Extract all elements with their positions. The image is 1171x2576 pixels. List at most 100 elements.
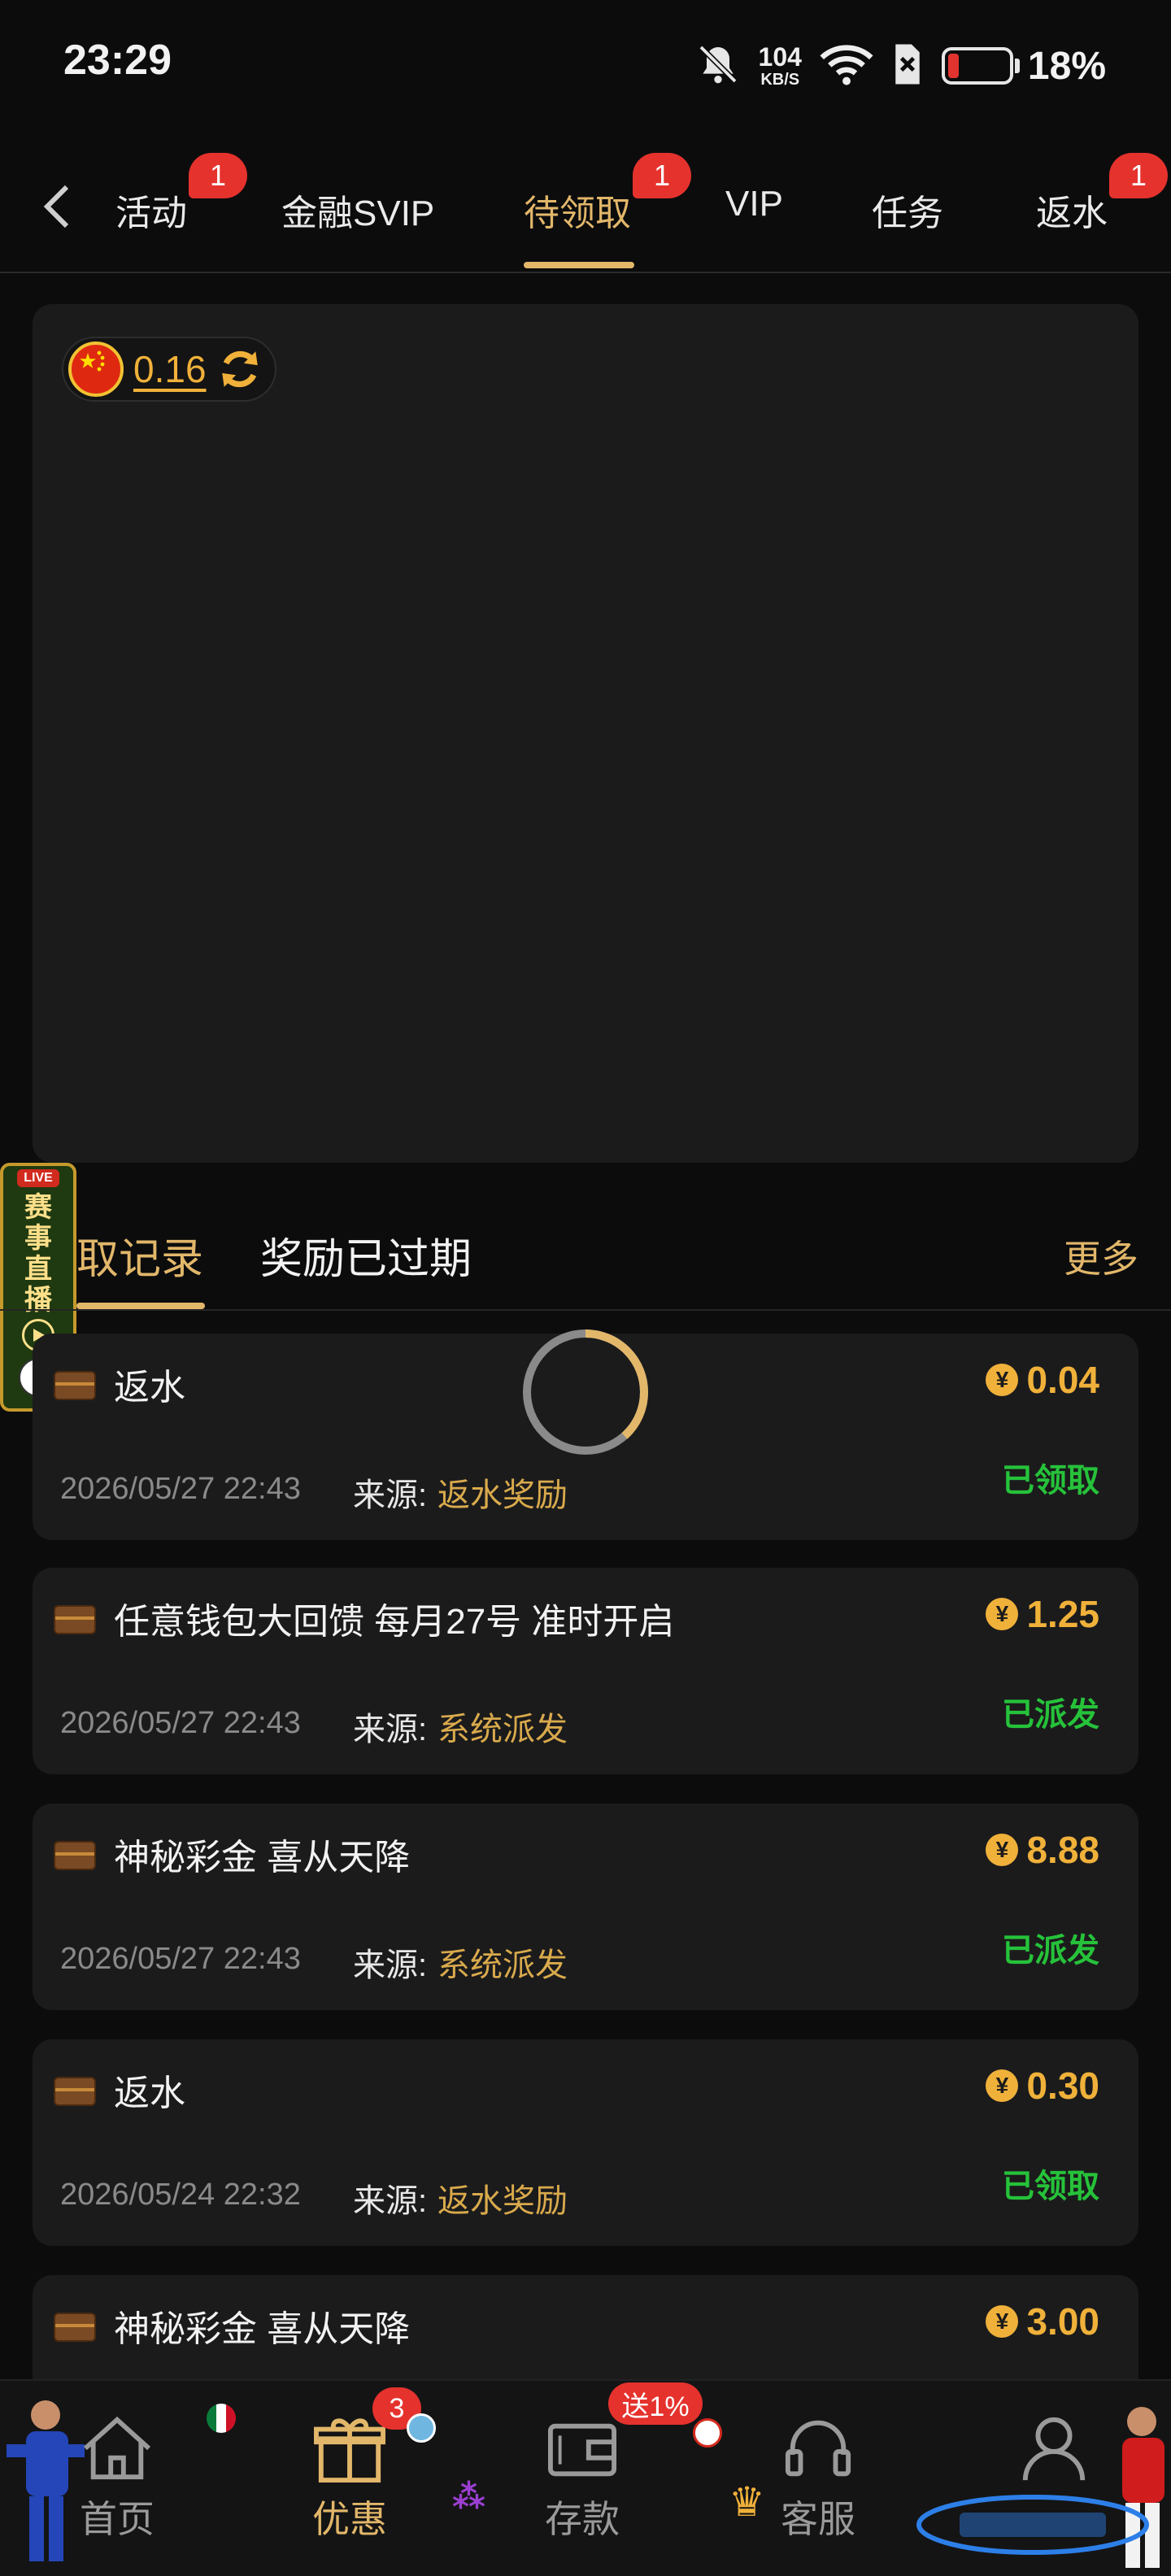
record-title: 神秘彩金 喜从天降: [114, 2309, 411, 2349]
record-source-label: 来源:: [353, 1712, 428, 1747]
tab-finance-svip[interactable]: 金融SVIP: [281, 184, 434, 236]
record-source: 系统派发: [437, 1712, 568, 1747]
record-card[interactable]: 神秘彩金 喜从天降 ¥8.88 已派发 2026/05/27 22:43 来源:…: [33, 1804, 1138, 2010]
tab-pending[interactable]: 待领取: [524, 184, 631, 236]
record-title: 返水: [114, 1368, 185, 1408]
record-amount: ¥1.25: [986, 1592, 1099, 1636]
record-source: 返水奖励: [437, 1477, 568, 1513]
top-tab-bar: 活动 1 金融SVIP 待领取 1 VIP 任务 返水 1: [0, 146, 1171, 273]
records-tab-bar: 取记录 奖励已过期 更多: [0, 1202, 1171, 1311]
yen-coin-icon: ¥: [986, 2069, 1019, 2102]
record-amount-value: 0.04: [1026, 1359, 1099, 1401]
status-time: 23:29: [63, 37, 172, 84]
nav-deposit[interactable]: 存款: [517, 2413, 647, 2543]
active-tab-indicator: [524, 262, 634, 268]
record-status: 已派发: [1002, 1933, 1099, 1969]
status-icons: 104 KB/S 18%: [695, 37, 1106, 94]
record-source-label: 来源:: [353, 1477, 428, 1513]
tab-rebate-badge: 1: [1109, 153, 1168, 198]
user-icon: [1022, 2417, 1086, 2481]
nav-customer-service[interactable]: 客服: [753, 2413, 883, 2543]
battery-percent: 18%: [1027, 44, 1106, 88]
record-status: 已派发: [1002, 1697, 1099, 1733]
wifi-icon: [820, 41, 873, 91]
china-flag-icon: [68, 342, 124, 397]
tab-activity[interactable]: 活动: [115, 184, 187, 236]
chevron-left-icon: [43, 185, 69, 228]
tab-pending-badge: 1: [633, 153, 691, 198]
record-amount: ¥8.88: [986, 1828, 1099, 1872]
gift-icon: [314, 2418, 385, 2483]
watermark-logo-icon: [916, 2495, 1149, 2555]
nav-home-label: 首页: [80, 2498, 155, 2540]
balance-amount: 0.16: [133, 348, 207, 390]
mascot-logo-icon: ⁂: [452, 2479, 485, 2515]
record-date: 2026/05/27 22:43: [60, 1706, 301, 1740]
bell-muted-icon: [695, 41, 741, 91]
record-status: 已领取: [1002, 1463, 1099, 1499]
refresh-icon[interactable]: [216, 346, 263, 393]
record-amount: ¥0.30: [986, 2064, 1099, 2108]
record-amount-value: 0.30: [1026, 2065, 1099, 2107]
back-button[interactable]: [33, 176, 81, 237]
record-date: 2026/05/24 22:32: [60, 2178, 301, 2212]
nav-deposit-label: 存款: [545, 2498, 620, 2540]
tab-claim-records[interactable]: 取记录: [76, 1225, 203, 1286]
nav-home[interactable]: 首页: [52, 2413, 182, 2543]
tab-rebate[interactable]: 返水: [1036, 184, 1108, 236]
record-source: 系统派发: [437, 1947, 568, 1983]
sim-disabled-icon: [891, 42, 924, 90]
battery: 18%: [941, 44, 1106, 89]
record-date: 2026/05/27 22:43: [60, 1472, 301, 1506]
nav-promotions[interactable]: 优惠: [285, 2413, 415, 2543]
record-amount-value: 8.88: [1026, 1829, 1099, 1871]
pending-rewards-panel: 0.16: [33, 304, 1138, 1163]
balance-pill[interactable]: 0.16: [62, 337, 276, 402]
live-tag: LIVE: [17, 1169, 59, 1187]
record-source: 返水奖励: [437, 2183, 568, 2219]
tab-tasks[interactable]: 任务: [872, 184, 943, 236]
active-subtab-indicator: [76, 1303, 205, 1309]
treasure-chest-icon: [54, 1841, 96, 1870]
network-speed: 104 KB/S: [759, 44, 802, 88]
record-card[interactable]: 任意钱包大回馈 每月27号 准时开启 ¥1.25 已派发 2026/05/27 …: [33, 1568, 1138, 1774]
wallet-icon: [547, 2423, 617, 2477]
record-amount: ¥3.00: [986, 2300, 1099, 2343]
treasure-chest-icon: [54, 1605, 96, 1634]
record-amount-value: 1.25: [1026, 1593, 1099, 1635]
record-card[interactable]: 返水 ¥0.30 已领取 2026/05/24 22:32 来源: 返水奖励: [33, 2039, 1138, 2246]
treasure-chest-icon: [54, 2077, 96, 2106]
yen-coin-icon: ¥: [986, 1834, 1019, 1866]
record-title: 任意钱包大回馈 每月27号 准时开启: [114, 1602, 675, 1642]
speed-value: 104: [758, 42, 802, 72]
canada-flag-icon: [693, 2418, 722, 2448]
loading-spinner-icon: [523, 1329, 649, 1455]
record-title: 神秘彩金 喜从天降: [114, 1838, 411, 1878]
flag-icon: [407, 2413, 436, 2443]
tab-vip[interactable]: VIP: [725, 184, 783, 224]
nav-profile[interactable]: [989, 2413, 1119, 2490]
treasure-chest-icon: [54, 2313, 96, 2342]
headset-icon: [785, 2420, 851, 2477]
record-amount-value: 3.00: [1026, 2300, 1099, 2343]
deposit-bonus-badge: 送1%: [608, 2382, 703, 2425]
yen-coin-icon: ¥: [986, 1364, 1019, 1396]
tab-activity-badge: 1: [189, 153, 247, 198]
record-source-label: 来源:: [353, 2183, 428, 2219]
more-link[interactable]: 更多: [1064, 1229, 1138, 1283]
battery-icon: [941, 47, 1013, 85]
treasure-chest-icon: [54, 1371, 96, 1400]
home-icon: [83, 2416, 151, 2480]
mexico-flag-icon: [207, 2404, 236, 2433]
record-title: 返水: [114, 2073, 185, 2113]
yen-coin-icon: ¥: [986, 2305, 1019, 2338]
status-bar: 23:29 104 KB/S 18%: [0, 0, 1171, 130]
record-source-label: 来源:: [353, 1947, 428, 1983]
record-status: 已领取: [1002, 2169, 1099, 2204]
nav-promotions-label: 优惠: [312, 2498, 387, 2540]
record-amount: ¥0.04: [986, 1358, 1099, 1402]
record-date: 2026/05/27 22:43: [60, 1942, 301, 1976]
tab-expired-rewards[interactable]: 奖励已过期: [260, 1225, 472, 1286]
speed-unit: KB/S: [760, 71, 800, 89]
nav-customer-service-label: 客服: [781, 2498, 855, 2540]
